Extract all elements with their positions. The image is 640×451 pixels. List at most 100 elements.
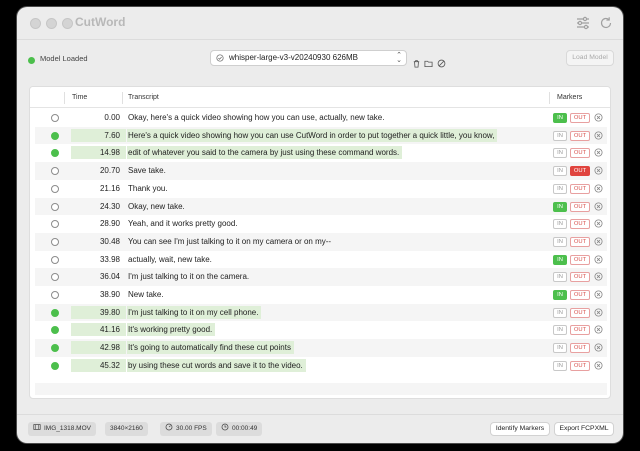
- folder-icon[interactable]: [424, 55, 433, 68]
- row-transcript-text[interactable]: You can see I'm just talking to it on my…: [127, 235, 334, 248]
- identify-markers-button[interactable]: Identify Markers: [490, 422, 550, 436]
- row-transcript-text[interactable]: Here's a quick video showing how you can…: [127, 128, 498, 142]
- clear-marker-icon[interactable]: [594, 343, 603, 352]
- row-select-radio[interactable]: [51, 344, 59, 353]
- row-transcript-text[interactable]: edit of whatever you said to the camera …: [127, 146, 403, 160]
- row-transcript-text[interactable]: New take.: [127, 288, 167, 301]
- row-transcript-text[interactable]: Okay, here's a quick video showing how y…: [127, 111, 387, 124]
- out-marker-button[interactable]: OUT: [570, 113, 590, 123]
- table-row[interactable]: 41.16 It's working pretty good. IN OUT: [35, 321, 607, 339]
- row-select-radio[interactable]: [51, 308, 59, 317]
- in-marker-button[interactable]: IN: [553, 360, 567, 371]
- row-transcript-text[interactable]: Yeah, and it works pretty good.: [127, 217, 241, 230]
- in-marker-button[interactable]: IN: [553, 183, 567, 194]
- clear-marker-icon[interactable]: [594, 308, 603, 317]
- model-select[interactable]: whisper-large-v3-v20240930 626MB ⌃ ⌄: [210, 50, 407, 66]
- in-marker-button[interactable]: IN: [553, 272, 567, 283]
- row-select-radio[interactable]: [51, 291, 59, 299]
- in-marker-button[interactable]: IN: [553, 290, 567, 300]
- table-row[interactable]: 14.98 edit of whatever you said to the ca…: [35, 144, 607, 162]
- table-row[interactable]: 36.04 I'm just talking to it on the camer…: [35, 268, 607, 286]
- row-select-radio[interactable]: [51, 273, 59, 282]
- load-model-button[interactable]: Load Model: [566, 50, 614, 66]
- row-select-radio[interactable]: [51, 202, 59, 211]
- markers-column-header[interactable]: Markers: [557, 94, 582, 101]
- out-marker-button[interactable]: OUT: [570, 272, 590, 283]
- clear-marker-icon[interactable]: [594, 272, 603, 281]
- table-row[interactable]: 20.70 Save take. IN OUT: [35, 162, 607, 180]
- in-marker-button[interactable]: IN: [553, 201, 567, 212]
- clear-marker-icon[interactable]: [594, 148, 603, 157]
- zoom-window-button[interactable]: [62, 18, 73, 29]
- table-row[interactable]: 7.60 Here's a quick video showing how you…: [35, 126, 607, 145]
- row-select-radio[interactable]: [51, 220, 59, 229]
- in-marker-button[interactable]: IN: [553, 307, 567, 318]
- out-marker-button[interactable]: OUT: [570, 290, 590, 300]
- row-transcript-text[interactable]: by using these cut words and save it to …: [127, 358, 306, 372]
- out-marker-button[interactable]: OUT: [570, 325, 590, 336]
- row-select-radio[interactable]: [51, 237, 59, 246]
- row-select-radio[interactable]: [51, 114, 59, 122]
- in-marker-button[interactable]: IN: [553, 130, 567, 141]
- in-marker-button[interactable]: IN: [553, 166, 567, 177]
- clear-marker-icon[interactable]: [594, 255, 603, 264]
- in-marker-button[interactable]: IN: [553, 236, 567, 247]
- in-marker-button[interactable]: IN: [553, 219, 567, 230]
- table-row[interactable]: 33.98 actually, wait, new take. IN OUT: [35, 251, 607, 269]
- close-window-button[interactable]: [30, 18, 41, 29]
- out-marker-button[interactable]: OUT: [570, 360, 590, 371]
- clear-marker-icon[interactable]: [594, 361, 603, 370]
- row-select-radio[interactable]: [51, 131, 59, 140]
- row-select-radio[interactable]: [51, 255, 59, 264]
- out-marker-button[interactable]: OUT: [570, 130, 590, 141]
- table-row[interactable]: 39.80 I'm just talking to it on my cell p…: [35, 303, 607, 322]
- table-row[interactable]: 28.90 Yeah, and it works pretty good. IN OU…: [35, 215, 607, 233]
- out-marker-button[interactable]: OUT: [570, 343, 590, 354]
- in-marker-button[interactable]: IN: [553, 148, 567, 159]
- settings-sliders-icon[interactable]: [575, 15, 591, 31]
- clear-marker-icon[interactable]: [594, 184, 603, 193]
- out-marker-button[interactable]: OUT: [570, 166, 590, 177]
- transcript-column-header[interactable]: Transcript: [128, 94, 159, 101]
- clear-marker-icon[interactable]: [594, 166, 603, 175]
- row-transcript-text[interactable]: Save take.: [127, 164, 169, 177]
- in-marker-button[interactable]: IN: [553, 325, 567, 336]
- table-row[interactable]: 24.30 Okay, new take. IN OUT: [35, 197, 607, 216]
- out-marker-button[interactable]: OUT: [570, 201, 590, 212]
- row-transcript-text[interactable]: Okay, new take.: [127, 200, 188, 213]
- in-marker-button[interactable]: IN: [553, 343, 567, 354]
- table-row[interactable]: 30.48 You can see I'm just talking to it …: [35, 232, 607, 251]
- row-select-radio[interactable]: [51, 361, 59, 370]
- minimize-window-button[interactable]: [46, 18, 57, 29]
- out-marker-button[interactable]: OUT: [570, 183, 590, 194]
- table-row[interactable]: 42.98 It's going to automatically find th…: [35, 339, 607, 357]
- row-transcript-text[interactable]: Thank you.: [127, 182, 171, 195]
- in-marker-button[interactable]: IN: [553, 254, 567, 265]
- row-select-radio[interactable]: [51, 149, 59, 158]
- out-marker-button[interactable]: OUT: [570, 236, 590, 247]
- export-fcpxml-button[interactable]: Export FCPXML: [554, 422, 614, 436]
- row-select-radio[interactable]: [51, 167, 59, 176]
- clear-marker-icon[interactable]: [594, 201, 603, 211]
- clear-marker-icon[interactable]: [594, 131, 603, 140]
- row-transcript-text[interactable]: It's going to automatically find these c…: [127, 341, 294, 355]
- clear-marker-icon[interactable]: [594, 290, 603, 299]
- table-row[interactable]: 38.90 New take. IN OUT: [35, 286, 607, 304]
- clear-marker-icon[interactable]: [594, 237, 603, 246]
- table-row[interactable]: 0.00 Okay, here's a quick video showing h…: [35, 109, 607, 127]
- out-marker-button[interactable]: OUT: [570, 148, 590, 159]
- out-marker-button[interactable]: OUT: [570, 254, 590, 265]
- row-select-radio[interactable]: [51, 184, 59, 193]
- clear-marker-icon[interactable]: [594, 219, 603, 228]
- clear-marker-icon[interactable]: [594, 325, 603, 334]
- refresh-icon[interactable]: [598, 15, 614, 31]
- clear-marker-icon[interactable]: [594, 113, 603, 122]
- row-transcript-text[interactable]: I'm just talking to it on my cell phone.: [127, 305, 262, 319]
- row-transcript-text[interactable]: I'm just talking to it on the camera.: [127, 270, 252, 283]
- disable-circle-icon[interactable]: [437, 55, 446, 68]
- table-row[interactable]: 21.16 Thank you. IN OUT: [35, 180, 607, 198]
- out-marker-button[interactable]: OUT: [570, 219, 590, 230]
- trash-icon[interactable]: [412, 55, 421, 68]
- in-marker-button[interactable]: IN: [553, 113, 567, 123]
- out-marker-button[interactable]: OUT: [570, 307, 590, 318]
